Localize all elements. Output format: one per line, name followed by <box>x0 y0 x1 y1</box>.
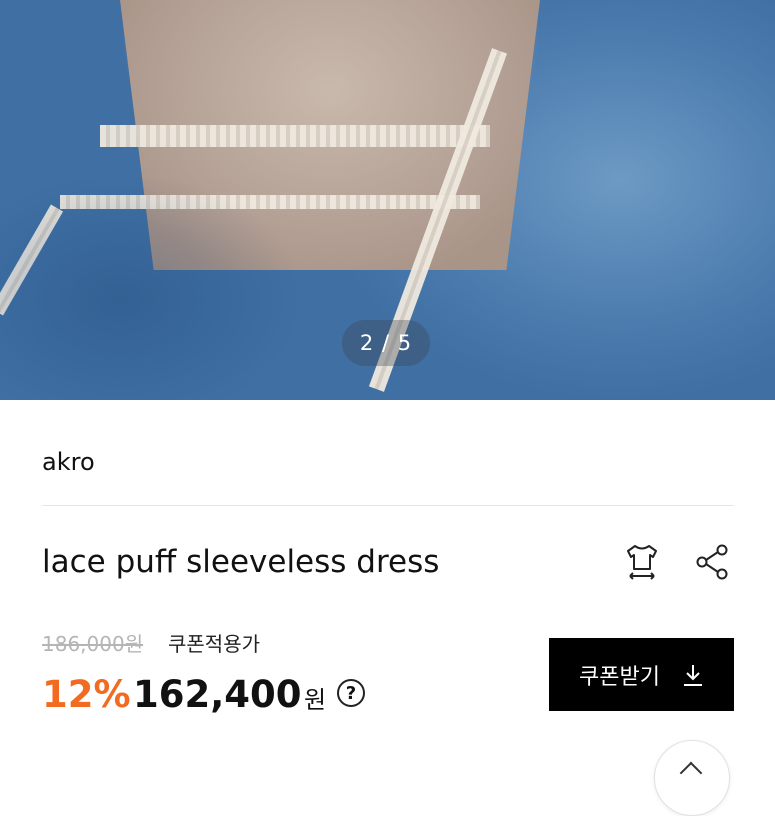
coupon-price-label: 쿠폰적용가 <box>168 632 260 656</box>
share-icon <box>696 544 728 580</box>
sale-price: 162,400 <box>133 673 302 716</box>
get-coupon-button[interactable]: 쿠폰받기 <box>549 638 734 711</box>
coupon-button-label: 쿠폰받기 <box>579 664 660 690</box>
discount-rate: 12% <box>42 673 131 716</box>
original-price: 186,000원 <box>42 632 144 656</box>
brand-name[interactable]: akro <box>42 448 95 476</box>
tshirt-size-icon <box>627 545 657 580</box>
product-image[interactable]: 2 / 5 <box>0 0 775 400</box>
divider <box>42 505 734 506</box>
size-guide-button[interactable] <box>618 538 666 586</box>
price-help-icon[interactable]: ? <box>337 679 365 707</box>
product-title: lace puff sleeveless dress <box>42 544 440 580</box>
image-counter: 2 / 5 <box>342 320 430 366</box>
download-icon <box>683 664 702 686</box>
currency-unit: 원 <box>304 686 327 714</box>
share-button[interactable] <box>688 538 736 586</box>
